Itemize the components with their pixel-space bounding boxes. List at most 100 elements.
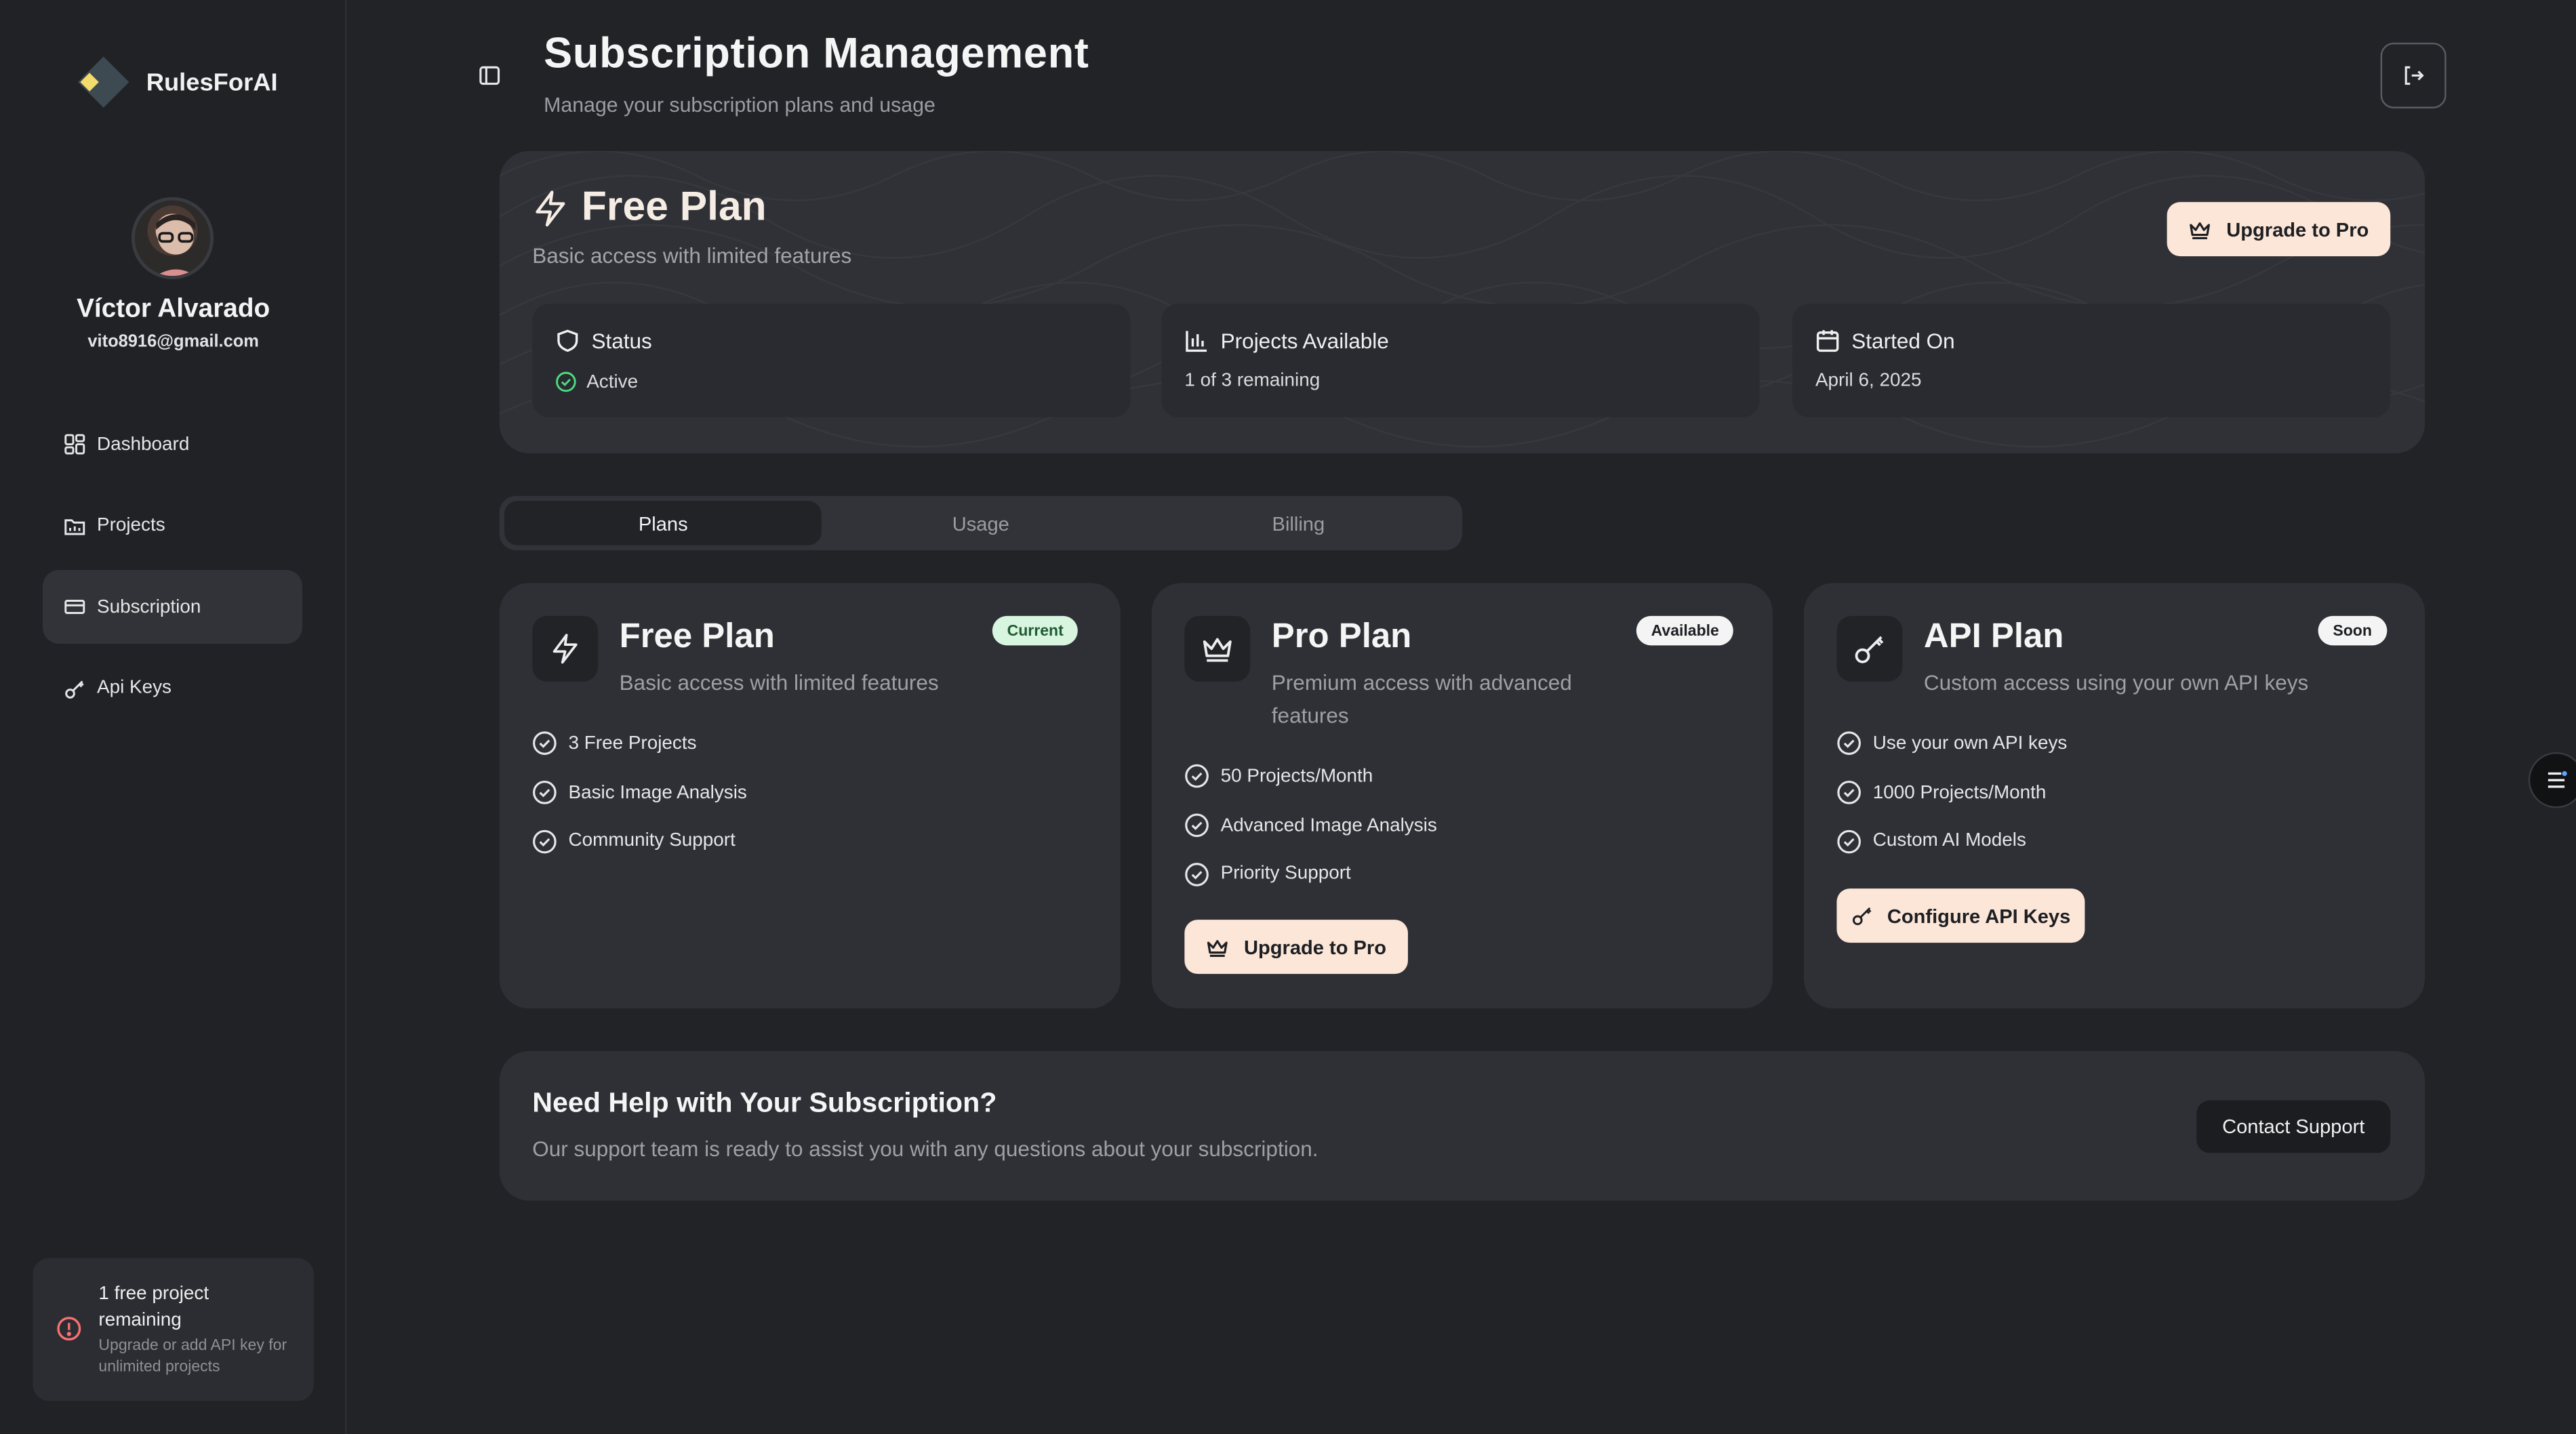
shield-icon [555,329,580,353]
plan-description: Basic access with limited features [619,670,939,695]
key-icon [64,678,86,699]
sidebar-nav: Dashboard Projects Subscription Api Keys [43,407,302,733]
feature-item: Advanced Image Analysis [1184,801,1437,850]
feature-item: Custom AI Models [1836,817,2067,866]
contact-support-button[interactable]: Contact Support [2196,1100,2391,1153]
current-plan-subtitle: Basic access with limited features [532,243,852,268]
plan-description: Custom access using your own API keys [1923,670,2309,695]
notice-subtitle: Upgrade or add API key for unlimited pro… [98,1336,287,1376]
plan-name: API Plan [1923,617,2064,655]
plan-name: Pro Plan [1271,617,1412,655]
feature-label: 50 Projects/Month [1220,766,1373,787]
feature-list: 3 Free Projects Basic Image Analysis Com… [532,719,747,866]
sidebar: RulesForAI Víctor Alvarado vito8916@gmai… [0,0,347,1434]
started-on-stat: Started On April 6, 2025 [1792,304,2391,417]
free-plan-card: Free Plan Basic access with limited feat… [499,583,1121,1009]
sidebar-toggle-icon[interactable] [478,64,501,87]
logo[interactable]: RulesForAI [75,54,278,110]
pro-plan-card: Pro Plan Premium access with advanced fe… [1151,583,1773,1009]
notice-title: 1 free project remaining [98,1284,209,1331]
page-subtitle: Manage your subscription plans and usage [544,94,935,117]
upgrade-to-pro-button[interactable]: Upgrade to Pro [2167,202,2391,257]
logout-button[interactable] [2380,43,2447,108]
feature-item: 1000 Projects/Month [1836,769,2067,817]
stat-heading: Status [555,329,652,353]
check-circle-icon [532,829,557,854]
bar-chart-icon [1184,329,1209,353]
check-circle-icon [1184,764,1209,789]
stat-value: Active [555,371,638,393]
feature-item: Community Support [532,817,747,866]
help-card: Need Help with Your Subscription? Our su… [499,1051,2426,1201]
free-project-notice[interactable]: 1 free project remaining Upgrade or add … [33,1258,314,1401]
sidebar-item-api-keys[interactable]: Api Keys [43,651,302,725]
current-plan-heading: Free Plan [532,184,767,231]
plan-description: Premium access with advanced features [1271,670,1572,728]
calendar-icon [1815,329,1840,353]
feature-label: Use your own API keys [1872,734,2068,754]
check-circle-icon [1836,731,1861,756]
status-stat: Status Active [532,304,1131,417]
stat-label: Status [591,328,652,354]
feature-item: Basic Image Analysis [532,769,747,817]
crown-icon [1206,937,1229,957]
feature-list: Use your own API keys 1000 Projects/Mont… [1836,719,2067,866]
sidebar-item-label: Api Keys [96,678,172,698]
help-subtitle: Our support team is ready to assist you … [532,1136,1319,1162]
sidebar-item-label: Projects [96,515,165,536]
stat-heading: Started On [1815,329,1955,353]
stat-value: 1 of 3 remaining [1184,371,1321,391]
avatar[interactable] [131,197,214,279]
tab-plans[interactable]: Plans [504,501,822,546]
configure-api-keys-button[interactable]: Configure API Keys [1836,888,2085,943]
key-icon [1853,632,1886,665]
feature-label: Advanced Image Analysis [1220,815,1437,836]
stat-heading: Projects Available [1184,328,1389,354]
plan-tabs: Plans Usage Billing [499,495,1462,550]
projects-available-stat: Projects Available 1 of 3 remaining [1161,304,1760,417]
sidebar-item-dashboard[interactable]: Dashboard [43,407,302,481]
card-icon [64,596,86,618]
floating-menu-button[interactable] [2528,752,2576,808]
current-plan-title: Free Plan [581,184,767,230]
stat-label: Started On [1851,328,1955,354]
crown-icon [2188,220,2211,239]
stat-value: April 6, 2025 [1815,371,1922,391]
feature-label: Custom AI Models [1872,832,2026,852]
tab-usage[interactable]: Usage [822,501,1140,545]
lightning-icon [532,188,568,227]
feature-label: Priority Support [1220,864,1351,885]
logout-icon [2402,64,2425,87]
feature-item: 50 Projects/Month [1184,752,1436,801]
check-circle-icon [1836,829,1861,854]
check-circle-icon [532,731,557,756]
crown-icon [1201,634,1234,663]
app-root: RulesForAI Víctor Alvarado vito8916@gmai… [0,0,2576,1434]
api-plan-card: API Plan Custom access using your own AP… [1804,583,2426,1009]
plan-name: Free Plan [619,617,775,655]
plan-icon-box [1184,615,1251,682]
pro-upgrade-button[interactable]: Upgrade to Pro [1184,920,1408,975]
help-title: Need Help with Your Subscription? [532,1087,997,1119]
sidebar-item-projects[interactable]: Projects [43,489,302,562]
button-label: Configure API Keys [1887,904,2071,928]
sidebar-item-label: Subscription [96,596,201,617]
user-email: vito8916@gmail.com [87,331,259,352]
check-circle-icon [555,371,577,393]
app-name: RulesForAI [146,68,278,96]
sidebar-item-subscription[interactable]: Subscription [43,569,302,644]
check-circle-icon [1184,813,1209,838]
plan-icon-box [532,615,599,682]
key-icon [1851,905,1873,926]
stat-label: Projects Available [1220,328,1389,354]
lightning-icon [548,632,581,665]
diamond-logo-icon [75,54,131,110]
upgrade-label: Upgrade to Pro [2226,218,2369,241]
soon-badge: Soon [2318,615,2387,646]
tab-billing[interactable]: Billing [1140,501,1457,545]
status-value: Active [586,371,639,392]
alert-icon [56,1315,82,1342]
sidebar-item-label: Dashboard [96,434,190,455]
grid-icon [64,434,86,455]
feature-label: 3 Free Projects [568,734,697,754]
